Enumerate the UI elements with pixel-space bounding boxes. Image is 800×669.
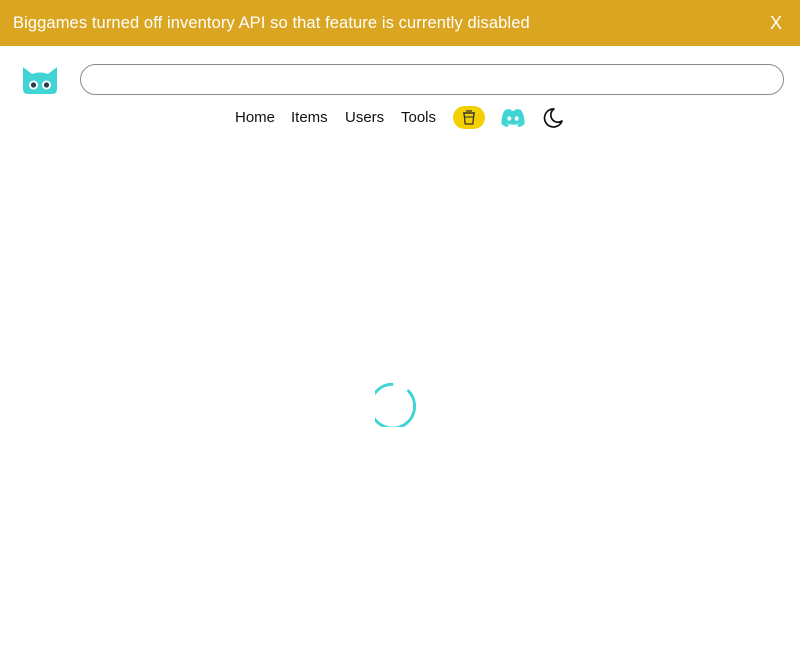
cup-icon xyxy=(463,110,475,125)
loading-spinner xyxy=(369,379,423,430)
moon-icon[interactable] xyxy=(542,107,564,129)
banner-message: Biggames turned off inventory API so tha… xyxy=(13,13,530,32)
nav-users-link[interactable]: Users xyxy=(345,108,384,128)
discord-icon[interactable] xyxy=(500,108,526,128)
nav-items-link[interactable]: Items xyxy=(291,108,328,128)
search-input[interactable] xyxy=(80,64,784,95)
nav-home-link[interactable]: Home xyxy=(235,108,275,128)
donate-button[interactable] xyxy=(453,106,485,129)
main-nav: Home Items Users Tools xyxy=(0,104,800,132)
announcement-banner: Biggames turned off inventory API so tha… xyxy=(0,0,800,46)
banner-close-button[interactable]: X xyxy=(765,13,787,34)
nav-tools-link[interactable]: Tools xyxy=(401,108,436,128)
cat-logo-icon[interactable] xyxy=(21,61,59,95)
